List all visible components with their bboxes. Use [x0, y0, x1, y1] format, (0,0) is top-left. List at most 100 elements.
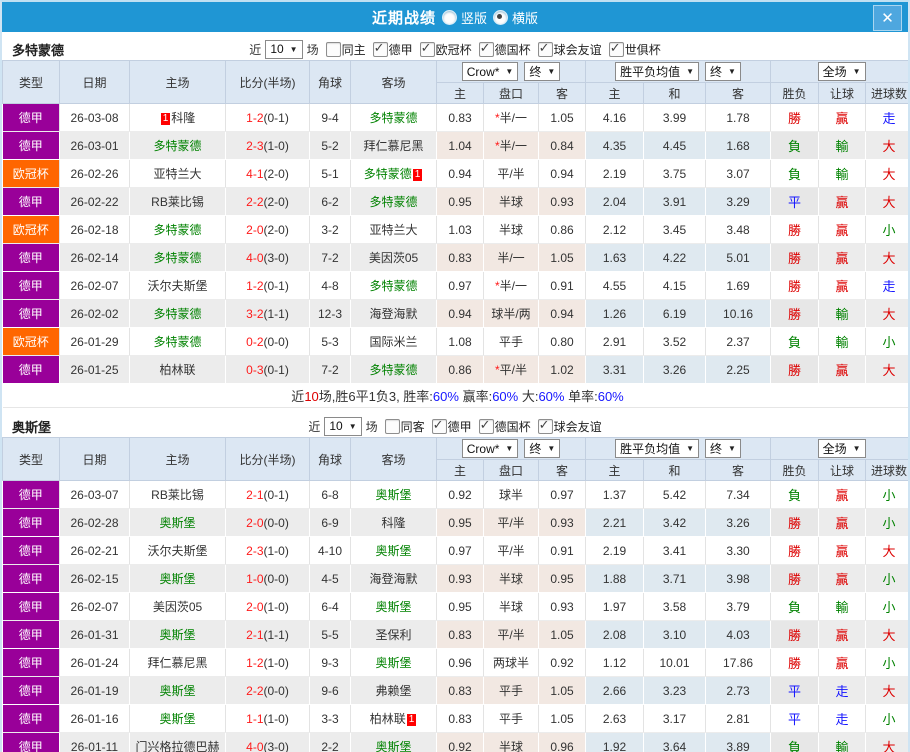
league-checkbox[interactable]: 欧冠杯: [419, 40, 472, 58]
odds-away: 0.84: [538, 131, 587, 160]
away-team: 科隆: [350, 508, 437, 537]
checkbox-icon[interactable]: [431, 417, 447, 434]
column-header: 日期: [59, 60, 130, 104]
checkbox-icon[interactable]: [372, 40, 388, 57]
odds-away: 0.97: [538, 480, 587, 509]
odds-home: 0.97: [436, 271, 484, 300]
odds-home: 0.83: [436, 676, 484, 705]
team-name-text: 拜仁慕尼黑: [363, 139, 424, 153]
handicap: 半/一: [483, 243, 539, 272]
fullmatch-select[interactable]: 全场 ▼: [817, 62, 866, 81]
header-row-groups: 类型 日期 主场 比分(半场) 角球 客场 Crow* ▼ 终 ▼ 胜平负均值 ▼ 终 ▼ 全场 ▼: [2, 437, 908, 481]
league-checkbox[interactable]: 德国杯: [478, 40, 531, 58]
checkbox-icon[interactable]: [478, 417, 494, 434]
chevron-down-icon: ▼: [728, 67, 736, 76]
handicap: 平/半: [483, 508, 539, 537]
checkbox-icon[interactable]: [537, 417, 553, 434]
column-header: 主场: [129, 437, 226, 481]
result-outcome: 負: [770, 131, 820, 160]
mean-lose: 3.26: [705, 508, 772, 537]
score-fulltime: 2-0: [246, 599, 264, 614]
result-handicap: 輸: [818, 131, 867, 160]
checkbox-icon[interactable]: [478, 40, 494, 57]
match-count-select[interactable]: 10 ▼: [265, 39, 303, 59]
mean-final-select[interactable]: 终 ▼: [705, 439, 741, 458]
sub-column-header: 胜负: [770, 82, 820, 104]
summary-row: 近10场,胜6平1负3, 胜率:60% 赢率:60% 大:60% 单率:60%: [2, 383, 908, 408]
mean-win: 2.19: [585, 159, 645, 188]
match-row: 德甲 26-03-07 RB莱比锡 2-1(0-1) 6-8 奥斯堡 0.92 球半 0.97 1…: [2, 480, 908, 509]
chevron-down-icon: ▼: [547, 67, 556, 76]
score-fulltime: 2-3: [246, 138, 264, 153]
score: 3-2(1-1): [225, 299, 310, 328]
league-checkbox[interactable]: 球会友谊: [537, 417, 602, 435]
league-checkbox[interactable]: 世俱杯: [608, 40, 661, 58]
sub-column-header: 进球数: [865, 82, 908, 104]
same-venue-checkbox[interactable]: 同客: [384, 418, 425, 435]
match-date: 26-03-08: [59, 103, 130, 132]
league-checkbox[interactable]: 德甲: [431, 417, 472, 435]
result-outcome: 負: [770, 327, 820, 356]
result-handicap-text: 贏: [835, 195, 849, 210]
checkbox-icon[interactable]: [608, 40, 624, 57]
team-name-text: 圣保利: [375, 628, 412, 642]
odds-away: 1.05: [538, 676, 587, 705]
handicap: *平/半: [483, 355, 539, 384]
team-name-text: 多特蒙德: [153, 335, 202, 349]
layout-radio-vertical[interactable]: 竖版: [441, 8, 487, 27]
corners: 4-8: [309, 271, 351, 300]
result-handicap: 輸: [818, 299, 867, 328]
odds-group-header: Crow* ▼ 终 ▼: [435, 437, 587, 460]
match-row: 德甲 26-03-01 多特蒙德 2-3(1-0) 5-2 拜仁慕尼黑 1.04 *半/一 0.…: [2, 131, 908, 160]
mean-draw: 3.64: [643, 732, 707, 752]
close-button[interactable]: ✕: [873, 5, 902, 31]
result-outcome-text: 負: [788, 167, 802, 182]
column-header: 日期: [59, 437, 130, 481]
odds-final-select[interactable]: 终 ▼: [524, 439, 561, 458]
league-checkbox[interactable]: 德甲: [372, 40, 413, 58]
checkbox-icon[interactable]: [384, 418, 400, 434]
match-date: 26-02-28: [59, 508, 130, 537]
radio-icon[interactable]: [493, 9, 508, 25]
same-venue-checkbox[interactable]: 同主: [325, 41, 366, 58]
away-team: 多特蒙德: [350, 355, 437, 384]
recent-results-dialog: 近期战绩 竖版 横版 ✕ 多特蒙德近10▼场同主德甲欧冠杯德国杯球会友谊世俱杯类…: [0, 0, 910, 752]
layout-radio-horizontal[interactable]: 横版: [493, 8, 538, 27]
fullmatch-select[interactable]: 全场 ▼: [817, 439, 866, 458]
score-halftime: (0-1): [263, 362, 289, 377]
odds-company-select[interactable]: Crow* ▼: [461, 62, 519, 81]
away-team: 多特蒙德: [350, 103, 437, 132]
corners: 5-3: [309, 327, 351, 356]
away-team: 海登海默: [350, 564, 437, 593]
odds-home: 1.04: [436, 131, 484, 160]
radio-icon[interactable]: [441, 9, 457, 25]
mean-type-select[interactable]: 胜平负均值 ▼: [615, 62, 700, 81]
corners: 6-4: [309, 592, 351, 621]
result-handicap-text: 贏: [835, 572, 849, 587]
team-name-text: 奥斯堡: [375, 544, 412, 558]
odds-away: 0.93: [538, 508, 587, 537]
match-date: 26-02-18: [59, 215, 130, 244]
checkbox-icon[interactable]: [325, 41, 341, 57]
result-handicap-text: 輸: [835, 600, 849, 615]
mean-group-header: 胜平负均值 ▼ 终 ▼: [585, 60, 772, 83]
mean-type-select[interactable]: 胜平负均值 ▼: [615, 439, 700, 458]
result-handicap: 贏: [818, 620, 867, 649]
odds-company-select[interactable]: Crow* ▼: [461, 439, 519, 458]
odds-final-select[interactable]: 终 ▼: [524, 62, 561, 81]
match-count-select[interactable]: 10 ▼: [324, 416, 362, 436]
layout-radio-horizontal-label: 横版: [512, 10, 539, 26]
result-handicap: 贏: [818, 103, 867, 132]
result-outcome-text: 勝: [788, 307, 802, 322]
checkbox-icon[interactable]: [419, 40, 435, 57]
league-checkbox[interactable]: 德国杯: [478, 417, 531, 435]
score: 1-2(0-1): [225, 271, 310, 300]
handicap-text: 平/半: [499, 363, 527, 377]
checkbox-icon[interactable]: [537, 40, 553, 57]
result-handicap-text: 贏: [835, 628, 849, 643]
sub-column-header: 主: [585, 82, 645, 104]
mean-final-select[interactable]: 终 ▼: [705, 62, 741, 81]
odds-home: 0.83: [436, 243, 484, 272]
handicap: 半球: [483, 187, 539, 216]
league-checkbox[interactable]: 球会友谊: [537, 40, 602, 58]
